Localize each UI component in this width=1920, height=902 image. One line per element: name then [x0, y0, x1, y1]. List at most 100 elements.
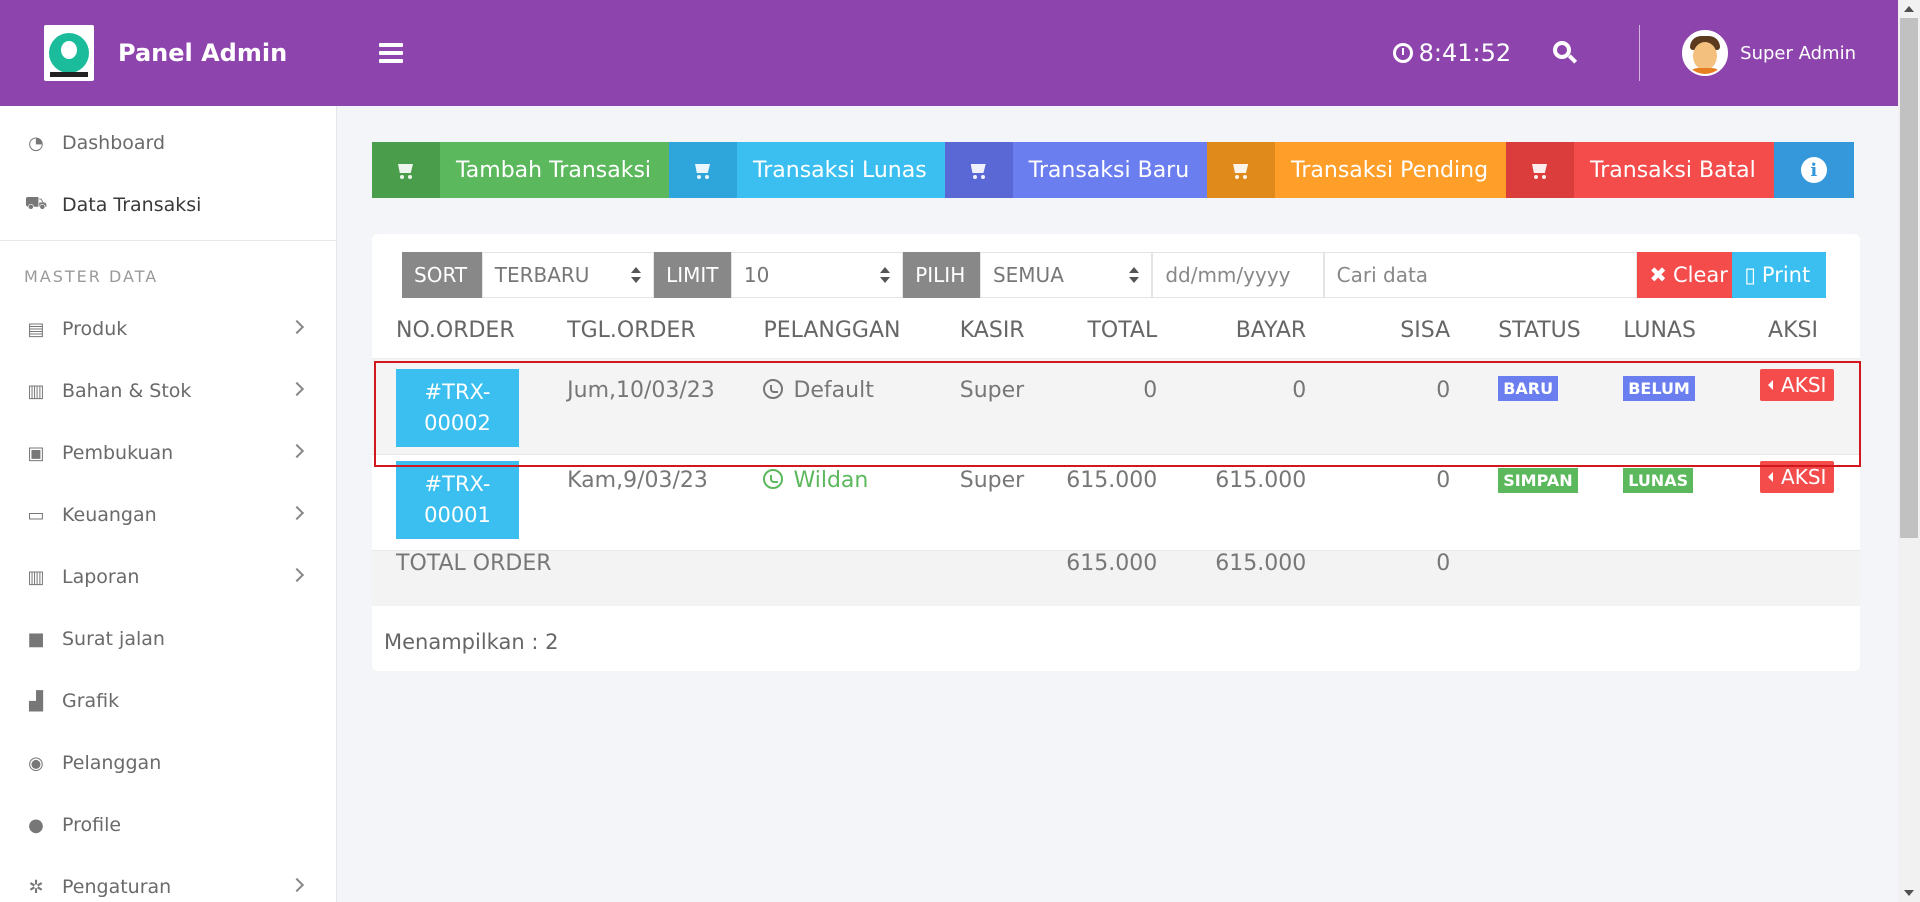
select-arrows-icon — [1129, 267, 1140, 285]
order-number-badge[interactable]: #TRX- 00002 — [396, 368, 519, 447]
sidebar-item-data-transaksi[interactable]: ⛟ Data Transaksi — [0, 174, 336, 236]
sidebar-item-profile[interactable]: ● Profile — [0, 794, 336, 856]
cart-plus-icon — [372, 142, 440, 198]
order-number-line: #TRX- — [424, 379, 491, 404]
order-number-badge[interactable]: #TRX- 00001 — [396, 460, 519, 539]
sidebar-item-pembukuan[interactable]: ▣ Pembukuan — [0, 422, 336, 484]
aksi-button[interactable]: AKSI — [1760, 460, 1835, 493]
sidebar-item-label: Surat jalan — [62, 628, 165, 650]
pilih-select-value: SEMUA — [992, 263, 1064, 287]
cashier: Super — [959, 467, 1025, 493]
orders-table: NO.ORDER TGL.ORDER PELANGGAN KASIR TOTAL… — [372, 304, 1860, 606]
sidebar-item-label: Pembukuan — [62, 442, 174, 464]
column-header[interactable]: SISA — [1306, 304, 1451, 359]
sidebar-item-surat-jalan[interactable]: ■ Surat jalan — [0, 608, 336, 670]
user-name: Super Admin — [1740, 42, 1856, 64]
total-label: TOTAL ORDER — [396, 550, 552, 576]
sort-select[interactable]: TERBARU — [481, 252, 655, 298]
sidebar-item-label: Keuangan — [62, 504, 157, 526]
sidebar-item-pelanggan[interactable]: ◉ Pelanggan — [0, 732, 336, 794]
sidebar-item-label: Grafik — [62, 690, 120, 712]
tambah-transaksi-button[interactable]: Tambah Transaksi — [372, 142, 670, 198]
file-icon: ▤ — [27, 318, 45, 340]
transaction-toolbar: Tambah Transaksi Transaksi Lunas Transak… — [372, 142, 1854, 198]
scrollbar-thumb[interactable] — [1900, 18, 1918, 538]
user-circle-icon: ◉ — [28, 752, 44, 774]
menu-toggle-icon[interactable] — [379, 43, 403, 63]
column-header[interactable]: AKSI — [1730, 304, 1860, 359]
avatar — [1682, 30, 1729, 76]
sidebar-section-heading: MASTER DATA — [24, 267, 159, 286]
limit-select[interactable]: 10 — [730, 252, 904, 298]
chevron-right-icon — [289, 567, 305, 583]
sidebar-item-keuangan[interactable]: ▭ Keuangan — [0, 484, 336, 546]
note-icon: ■ — [27, 628, 45, 650]
caret-left-icon — [1768, 471, 1774, 482]
sidebar-item-produk[interactable]: ▤ Produk — [0, 298, 336, 360]
sidebar-item-label: Laporan — [62, 566, 140, 588]
button-label: Transaksi Lunas — [737, 142, 945, 198]
column-header[interactable]: KASIR — [935, 304, 1057, 359]
column-header[interactable]: NO.ORDER — [372, 304, 544, 359]
transaksi-baru-button[interactable]: Transaksi Baru — [944, 142, 1208, 198]
transaksi-pending-button[interactable]: Transaksi Pending — [1207, 142, 1507, 198]
clock-time: 8:41:52 — [1418, 39, 1512, 67]
sidebar-item-dashboard[interactable]: ◔ Dashboard — [0, 112, 336, 174]
info-button[interactable]: i — [1773, 142, 1854, 198]
brand[interactable]: Panel Admin — [0, 0, 337, 106]
sidebar-item-laporan[interactable]: ▥ Laporan — [0, 546, 336, 608]
cart-icon — [944, 142, 1013, 198]
customer-link[interactable]: Default — [763, 378, 935, 403]
order-date: Kam,9/03/23 — [567, 467, 708, 493]
paid-value: 615.000 — [1215, 467, 1307, 493]
customer-link[interactable]: Wildan — [763, 468, 935, 493]
sidebar-item-label: Pengaturan — [62, 876, 172, 898]
clear-button[interactable]: ✖ Clear — [1637, 252, 1733, 298]
app-logo — [44, 25, 94, 81]
search-input[interactable]: Cari data — [1323, 252, 1638, 298]
whatsapp-icon — [763, 378, 784, 399]
column-header[interactable]: TOTAL — [1056, 304, 1158, 359]
column-header[interactable]: PELANGGAN — [739, 304, 936, 359]
orders-card: SORT TERBARU LIMIT 10 PILIH SEMUA dd/mm/… — [372, 234, 1860, 671]
button-label: Transaksi Baru — [1012, 142, 1208, 198]
transaksi-lunas-button[interactable]: Transaksi Lunas — [669, 142, 945, 198]
user-icon: ● — [28, 814, 44, 836]
table-row[interactable]: #TRX- 00002 Jum,10/03/23 Default Super 0 … — [372, 358, 1860, 454]
sidebar-item-label: Bahan & Stok — [62, 380, 192, 402]
clock-icon — [1392, 43, 1413, 63]
total-value: 615.000 — [1066, 467, 1158, 493]
cashier: Super — [959, 377, 1025, 403]
cart-icon — [669, 142, 738, 198]
transaksi-batal-button[interactable]: Transaksi Batal — [1506, 142, 1774, 198]
print-button[interactable]: ▯ Print — [1732, 252, 1827, 298]
search-icon[interactable] — [1553, 41, 1578, 65]
scroll-down-icon[interactable] — [1904, 890, 1914, 896]
table-header-row: NO.ORDER TGL.ORDER PELANGGAN KASIR TOTAL… — [372, 304, 1860, 359]
user-menu[interactable]: Super Admin — [1682, 30, 1856, 76]
sort-tag: SORT — [402, 252, 482, 298]
aksi-button[interactable]: AKSI — [1760, 368, 1835, 401]
pilih-select[interactable]: SEMUA — [979, 252, 1153, 298]
dashboard-icon: ◔ — [28, 132, 44, 154]
date-input[interactable]: dd/mm/yyyy — [1152, 252, 1324, 298]
aksi-label: AKSI — [1781, 372, 1827, 397]
chevron-right-icon — [289, 505, 305, 521]
chevron-right-icon — [289, 443, 305, 459]
pdf-file-icon: ▯ — [1744, 263, 1756, 287]
gear-icon: ✲ — [28, 876, 44, 898]
sidebar-item-pengaturan[interactable]: ✲ Pengaturan — [0, 856, 336, 902]
column-header[interactable]: STATUS — [1450, 304, 1602, 359]
scroll-up-icon[interactable] — [1904, 6, 1914, 12]
sidebar-item-grafik[interactable]: ▟ Grafik — [0, 670, 336, 732]
bar-chart-icon: ▟ — [29, 690, 43, 712]
column-header[interactable]: TGL.ORDER — [543, 304, 740, 359]
column-header[interactable]: BAYAR — [1157, 304, 1307, 359]
table-row[interactable]: #TRX- 00001 Kam,9/03/23 Wildan Super 615.… — [372, 454, 1860, 550]
limit-select-value: 10 — [743, 263, 770, 287]
sidebar-item-bahan-stok[interactable]: ▥ Bahan & Stok — [0, 360, 336, 422]
page-scrollbar[interactable] — [1898, 0, 1920, 902]
paid-sum: 615.000 — [1215, 550, 1307, 576]
limit-tag: LIMIT — [654, 252, 731, 298]
column-header[interactable]: LUNAS — [1601, 304, 1731, 359]
